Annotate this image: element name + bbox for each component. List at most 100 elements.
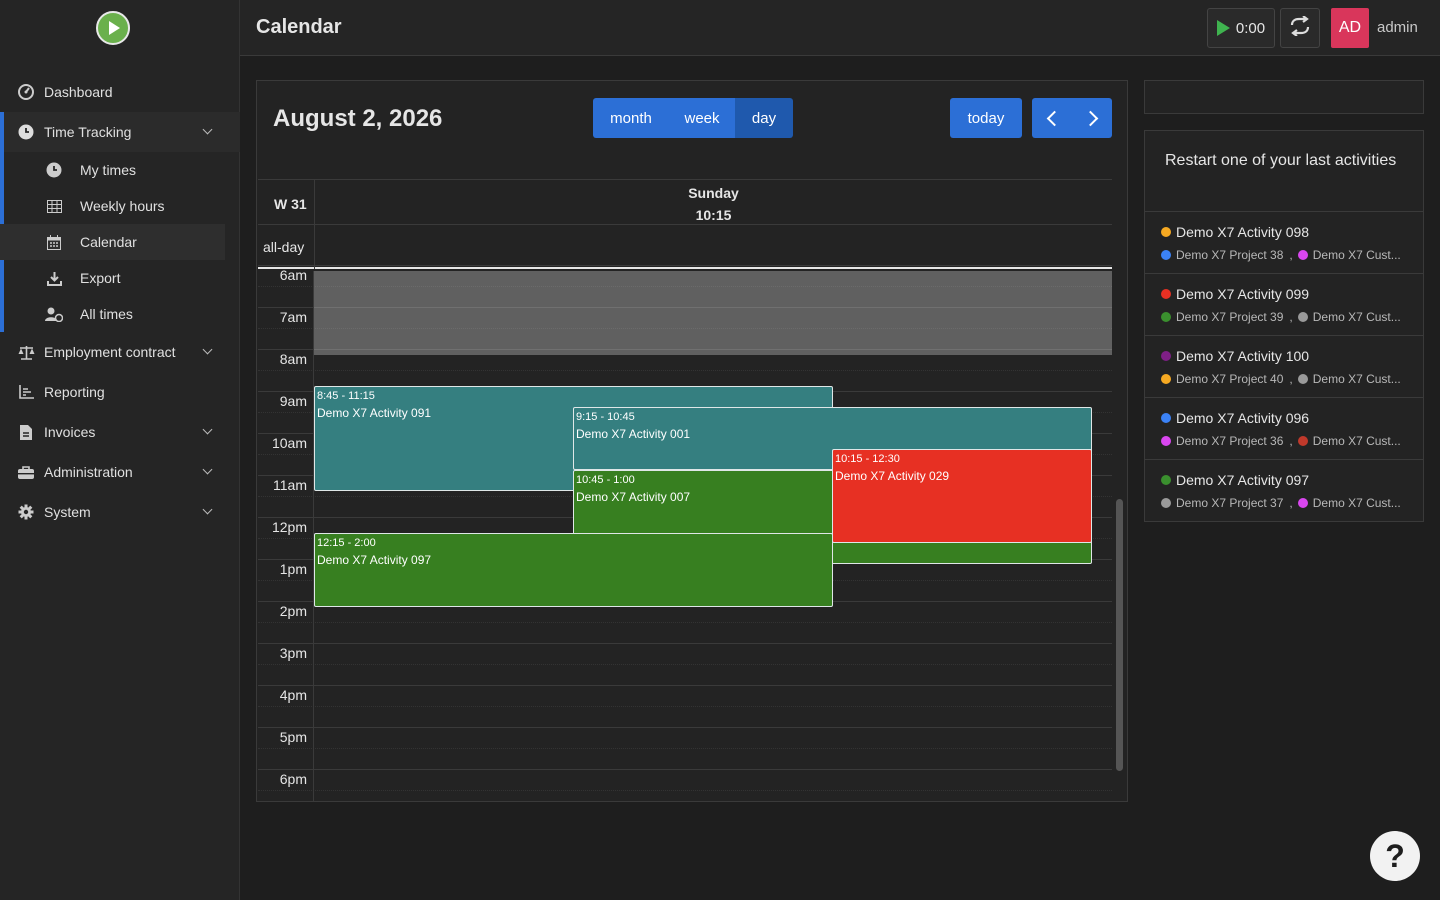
sidebar-item-calendar[interactable]: Calendar [0,224,225,260]
clock-icon [17,123,35,141]
scrollbar-thumb[interactable] [1116,499,1123,771]
activity-meta: Demo X7 Project 37, Demo X7 Cust... [1161,496,1415,510]
recent-activity-item[interactable]: Demo X7 Activity 100 Demo X7 Project 40, D… [1145,335,1423,397]
day-name: Sunday [688,185,739,201]
sidebar-item-invoices[interactable]: Invoices [0,414,225,450]
customer-color-dot [1297,312,1308,322]
time-slot [258,769,1112,790]
project-color-dot [1161,436,1171,446]
activity-meta: Demo X7 Project 36, Demo X7 Cust... [1161,434,1415,448]
sidebar-item-time-tracking[interactable]: Time Tracking [0,114,225,150]
logo-icon[interactable] [96,11,130,45]
activity-meta: Demo X7 Project 38, Demo X7 Cust... [1161,248,1415,262]
recent-activities-panel: Restart one of your last activities Demo… [1144,130,1424,522]
day-column-header[interactable]: Sunday 10:15 [314,180,1112,226]
customer-color-dot [1297,436,1308,446]
calendar-grid: W 31 Sunday 10:15 all-day 8:45 - 11:15 D… [258,179,1127,801]
activity-label: Demo X7 Activity 099 [1176,286,1310,302]
chevron-down-icon [202,504,213,515]
calendar-panel: August 2, 2026 month week day today W 31… [256,80,1128,802]
sidebar-item-all-times[interactable]: All times [0,296,225,332]
activity-name: Demo X7 Activity 098 [1161,224,1309,240]
next-button[interactable] [1072,98,1112,138]
event-title: Demo X7 Activity 001 [576,427,691,441]
event-time: 12:15 - 2:00 [317,537,376,549]
help-button[interactable]: ? [1370,831,1420,881]
project-label: Demo X7 Project 36 [1176,434,1284,448]
table-icon [45,197,63,215]
activity-color-dot [1161,475,1171,485]
download-icon [45,269,63,287]
prev-button[interactable] [1032,98,1072,138]
sidebar-item-reporting[interactable]: Reporting [0,374,225,410]
separator: , [1289,372,1293,386]
chart-icon [17,383,35,401]
customer-label: Demo X7 Cust... [1312,248,1401,262]
scale-icon [17,343,35,361]
sidebar-item-administration[interactable]: Administration [0,454,225,490]
chevron-down-icon [202,464,213,475]
chevron-down-icon [202,424,213,435]
activity-color-dot [1161,351,1171,361]
sidebar-item-my-times[interactable]: My times [0,152,225,188]
username[interactable]: admin [1377,19,1418,36]
sidebar-item-label: Export [80,270,121,286]
activity-label: Demo X7 Activity 096 [1176,410,1310,426]
sidebar-item-label: Reporting [44,384,105,400]
start-timer-button[interactable]: 0:00 [1207,8,1275,48]
hour-label: 7am [279,309,307,325]
hour-label: 4pm [279,687,307,703]
time-grid[interactable]: 8:45 - 11:15 Demo X7 Activity 091 9:15 -… [258,265,1123,801]
event-title: Demo X7 Activity 097 [317,553,432,567]
recent-activity-item[interactable]: Demo X7 Activity 096 Demo X7 Project 36, D… [1145,397,1423,459]
calendar-header-row: W 31 Sunday 10:15 [258,179,1112,226]
view-day-button[interactable]: day [735,98,793,138]
hour-label: 1pm [279,561,307,577]
hour-label: 9am [279,393,307,409]
calendar-event[interactable]: 10:15 - 12:30 Demo X7 Activity 029 [832,449,1092,543]
activity-name: Demo X7 Activity 100 [1161,348,1309,364]
restart-button[interactable] [1280,8,1320,48]
avatar[interactable]: AD [1331,8,1369,48]
hour-label: 6am [279,267,307,283]
day-time: 10:15 [695,207,732,223]
recent-activities-title: Restart one of your last activities [1165,152,1397,169]
view-month-button[interactable]: month [593,98,669,138]
sidebar-item-system[interactable]: System [0,494,225,530]
hour-label: 11am [273,477,307,493]
activity-color-dot [1161,227,1171,237]
activity-label: Demo X7 Activity 100 [1176,348,1310,364]
recent-activity-item[interactable]: Demo X7 Activity 098 Demo X7 Project 38, D… [1145,211,1423,273]
clock-icon [45,161,63,179]
today-button[interactable]: today [950,98,1022,138]
chevron-down-icon [202,124,213,135]
customer-color-dot [1297,250,1308,260]
calendar-event[interactable]: 12:15 - 2:00 Demo X7 Activity 097 [314,533,833,607]
project-color-dot [1161,250,1171,260]
sidebar-item-dashboard[interactable]: Dashboard [0,74,225,110]
time-slot [258,748,1112,769]
view-week-button[interactable]: week [669,98,735,138]
sidebar-item-export[interactable]: Export [0,260,225,296]
hour-label: 2pm [279,603,307,619]
project-color-dot [1161,374,1171,384]
right-top-panel [1144,80,1424,114]
project-label: Demo X7 Project 40 [1176,372,1284,386]
activity-label: Demo X7 Activity 098 [1176,224,1310,240]
recent-activity-item[interactable]: Demo X7 Activity 097 Demo X7 Project 37, D… [1145,459,1423,521]
sidebar-item-weekly-hours[interactable]: Weekly hours [0,188,225,224]
allday-cell[interactable] [314,225,1112,269]
time-slot [258,790,1112,801]
dashboard-icon [17,83,35,101]
time-slot [258,727,1112,748]
customer-label: Demo X7 Cust... [1312,372,1401,386]
time-slot [258,685,1112,706]
customer-label: Demo X7 Cust... [1312,310,1401,324]
sidebar-item-label: My times [80,162,136,178]
sidebar-item-employment-contract[interactable]: Employment contract [0,334,225,370]
sidebar-item-label: Calendar [80,234,137,250]
recent-activity-item[interactable]: Demo X7 Activity 099 Demo X7 Project 39, D… [1145,273,1423,335]
activity-color-dot [1161,289,1171,299]
chevron-left-icon [1046,110,1062,126]
separator: , [1289,248,1293,262]
